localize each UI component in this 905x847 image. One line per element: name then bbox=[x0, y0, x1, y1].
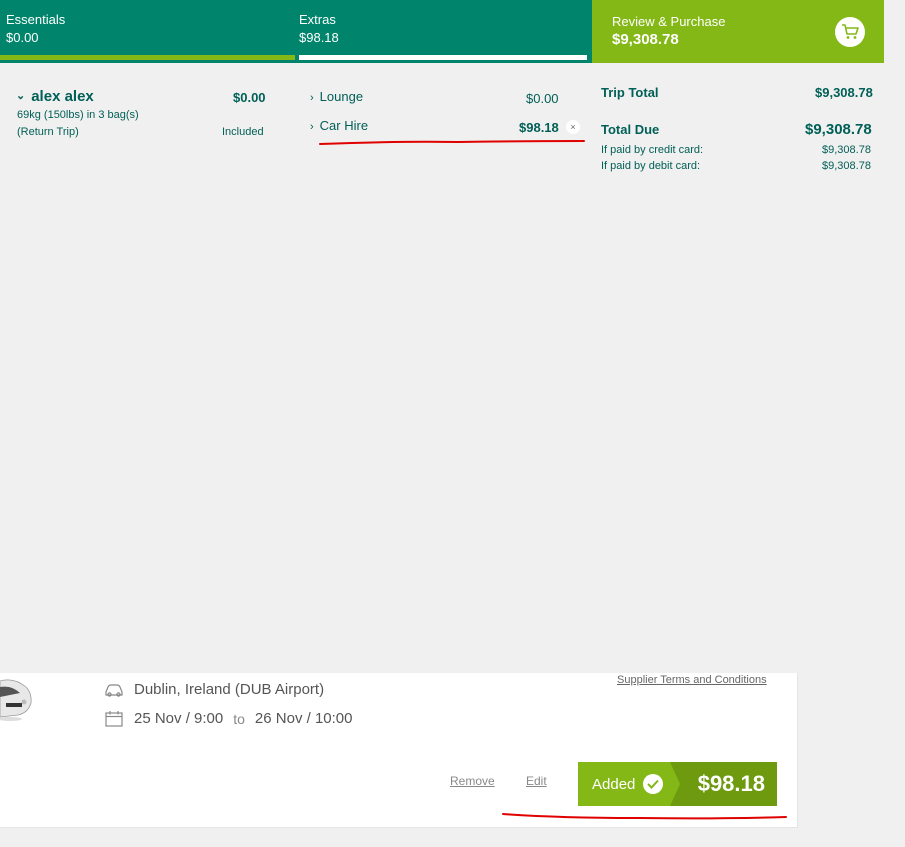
check-icon bbox=[643, 774, 664, 794]
debit-card-label: If paid by debit card: bbox=[601, 160, 701, 172]
step-review-label: Review & Purchase bbox=[612, 14, 726, 29]
dropoff-datetime: 26 Nov / 10:00 bbox=[254, 710, 353, 727]
step-review-purchase[interactable]: Review & Purchase $9,308.78 bbox=[592, 0, 884, 63]
pickup-location: Dublin, Ireland (DUB Airport) bbox=[134, 681, 325, 698]
passenger-price: $0.00 bbox=[233, 90, 266, 105]
step-bar-edge bbox=[884, 0, 905, 63]
chevron-down-icon: ⌄ bbox=[16, 90, 26, 102]
step-essentials-progress bbox=[0, 55, 295, 60]
extra-lounge-price: $0.00 bbox=[526, 91, 559, 106]
extra-lounge[interactable]: › Lounge bbox=[310, 89, 363, 104]
remove-car-hire-button[interactable]: × bbox=[566, 120, 580, 134]
added-label: Added bbox=[592, 775, 636, 793]
step-essentials-amount: $0.00 bbox=[6, 30, 39, 45]
trip-total-value: $9,308.78 bbox=[815, 85, 873, 100]
extra-lounge-label: Lounge bbox=[319, 89, 364, 104]
car-hire-card: Dublin, Ireland (DUB Airport) 25 Nov / 9… bbox=[0, 673, 798, 828]
total-due-label: Total Due bbox=[601, 122, 660, 137]
step-extras-amount: $98.18 bbox=[299, 30, 339, 45]
pickup-datetime: 25 Nov / 9:00 bbox=[134, 710, 224, 727]
passenger-name: alex alex bbox=[31, 88, 94, 105]
page-footer-gap bbox=[0, 828, 905, 847]
extra-car-hire[interactable]: › Car Hire bbox=[310, 118, 368, 133]
car-image bbox=[0, 679, 32, 721]
remove-link[interactable]: Remove bbox=[450, 774, 495, 788]
cart-button[interactable] bbox=[835, 17, 865, 47]
added-button[interactable]: Added $98.18 bbox=[578, 762, 777, 806]
step-review-amount: $9,308.78 bbox=[612, 31, 679, 48]
rental-dates-row: 25 Nov / 9:00 to 26 Nov / 10:00 bbox=[104, 710, 353, 727]
supplier-terms-link[interactable]: Supplier Terms and Conditions bbox=[617, 674, 767, 686]
extra-car-hire-label: Car Hire bbox=[319, 118, 369, 133]
page-edge bbox=[884, 673, 905, 847]
close-icon: × bbox=[570, 122, 576, 132]
date-separator: to bbox=[233, 710, 245, 727]
pickup-location-row: Dublin, Ireland (DUB Airport) bbox=[104, 681, 324, 698]
checkout-step-bar: Essentials $0.00 Extras $98.18 Review & … bbox=[0, 0, 905, 63]
passenger-included: Included bbox=[222, 126, 264, 138]
extra-car-hire-price: $98.18 bbox=[519, 120, 559, 135]
passenger-bags: 69kg (150lbs) in 3 bag(s) bbox=[17, 109, 139, 121]
passenger-toggle[interactable]: ⌄ alex alex bbox=[16, 88, 94, 105]
total-due-value: $9,308.78 bbox=[805, 121, 872, 138]
credit-card-label: If paid by credit card: bbox=[601, 144, 704, 156]
added-state: Added bbox=[578, 762, 670, 806]
car-icon bbox=[105, 683, 123, 697]
step-extras-label: Extras bbox=[299, 12, 336, 27]
cart-icon bbox=[842, 24, 859, 39]
chevron-right-icon: › bbox=[310, 92, 314, 104]
chevron-right-icon: › bbox=[310, 121, 314, 133]
credit-card-value: $9,308.78 bbox=[822, 144, 871, 156]
debit-card-value: $9,308.78 bbox=[822, 160, 871, 172]
step-extras[interactable]: Extras $98.18 bbox=[295, 0, 592, 63]
calendar-icon bbox=[105, 710, 123, 727]
passenger-trip-type: (Return Trip) bbox=[17, 126, 79, 138]
step-essentials-label: Essentials bbox=[6, 12, 66, 27]
step-essentials[interactable]: Essentials $0.00 bbox=[0, 0, 295, 63]
booking-summary-panel: ⌄ alex alex $0.00 69kg (150lbs) in 3 bag(… bbox=[0, 63, 905, 673]
trip-total-label: Trip Total bbox=[601, 85, 659, 100]
step-extras-progress bbox=[299, 55, 587, 60]
added-price: $98.18 bbox=[670, 762, 777, 806]
edit-link[interactable]: Edit bbox=[526, 774, 547, 788]
